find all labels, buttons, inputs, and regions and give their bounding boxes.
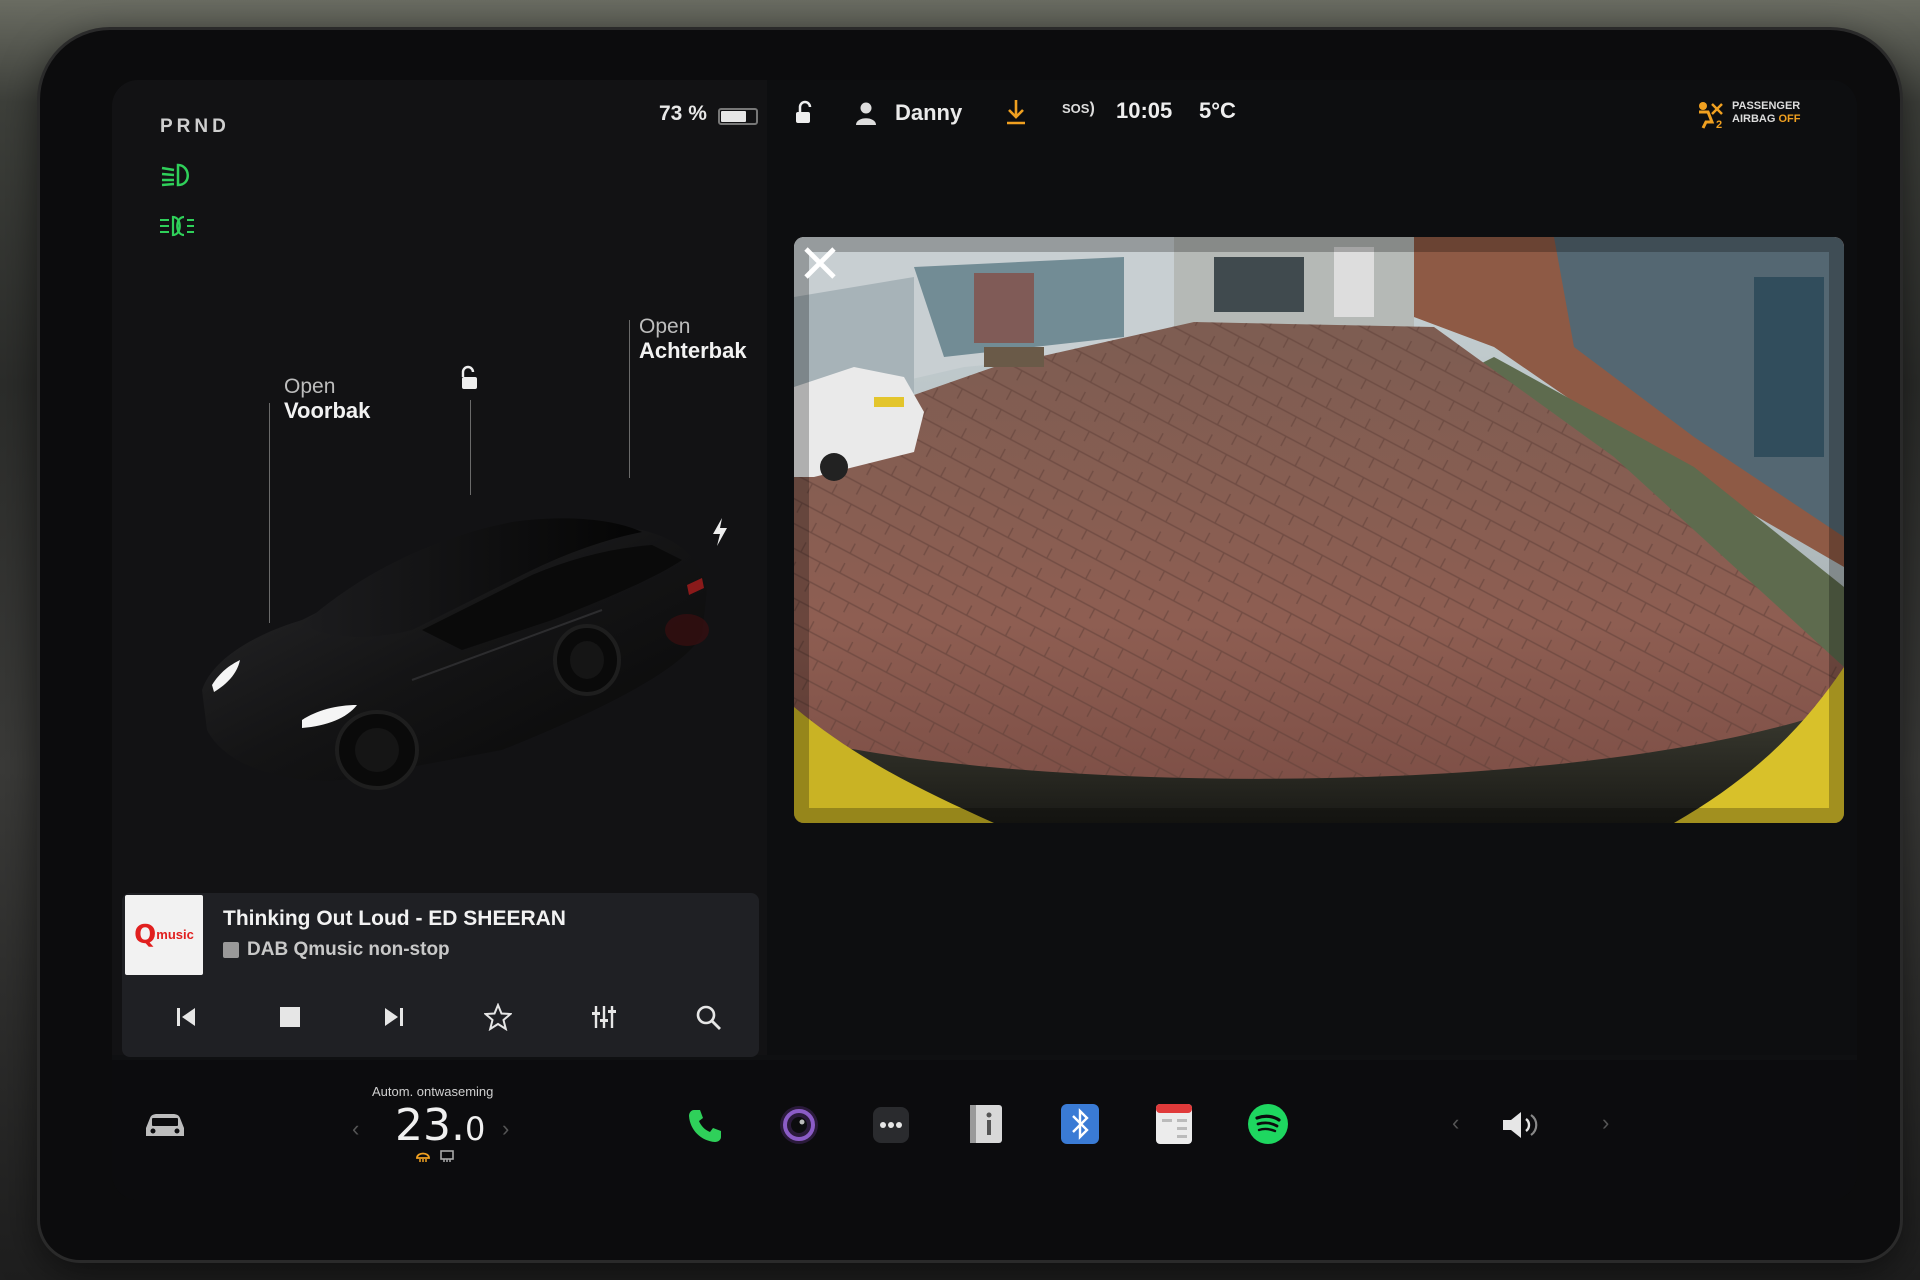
media-player-card[interactable]: Q music Thinking Out Loud - ED SHEERAN D…	[122, 893, 759, 1057]
battery-fill	[721, 111, 746, 122]
sos-icon[interactable]: SOS)	[1062, 100, 1095, 118]
temp-increase-chevron-icon[interactable]: ›	[502, 1116, 509, 1142]
star-icon	[484, 1003, 512, 1031]
favorite-button[interactable]	[474, 993, 522, 1041]
charge-port-icon[interactable]	[710, 517, 730, 547]
rear-camera-image	[794, 237, 1844, 823]
frunk-open-button[interactable]: Open Voorbak	[284, 375, 370, 423]
touchscreen: PRND 73 % Danny SOS) 10:05 5°C 2 PASSENG…	[112, 80, 1857, 1200]
airbag-line1: PASSENGER	[1732, 100, 1801, 112]
volume-icon	[1503, 1112, 1538, 1138]
equalizer-icon	[592, 1006, 616, 1028]
calendar-icon	[1156, 1104, 1192, 1144]
skip-back-icon	[177, 1008, 195, 1026]
search-icon	[696, 1005, 721, 1030]
outside-temperature: 5°C	[1199, 98, 1236, 123]
rear-defrost-icon[interactable]	[439, 1150, 455, 1162]
calendar-app-button[interactable]	[1152, 1102, 1196, 1146]
battery-percentage: 73 %	[659, 102, 707, 125]
volume-button[interactable]	[1497, 1105, 1547, 1145]
stop-icon	[280, 1007, 300, 1027]
passenger-airbag-status: PASSENGER AIRBAG OFF	[1732, 100, 1800, 126]
temp-decimal: 0	[464, 1110, 486, 1148]
sos-label: SOS	[1062, 101, 1090, 116]
user-name[interactable]: Danny	[895, 100, 962, 126]
track-source: DAB Qmusic non-stop	[223, 939, 450, 961]
temp-decrease-chevron-icon[interactable]: ‹	[352, 1116, 359, 1142]
station-logo: Q music	[125, 895, 203, 975]
media-controls	[122, 993, 759, 1043]
radio-source-icon	[223, 942, 239, 958]
equalizer-button[interactable]	[580, 993, 628, 1041]
defrost-indicators	[415, 1150, 455, 1162]
cabin-temperature[interactable]: 23.0	[395, 1100, 485, 1151]
gear-selector: PRND	[160, 116, 230, 137]
skip-forward-icon	[385, 1008, 403, 1026]
trunk-open-button[interactable]: Open Achterbak	[639, 315, 747, 363]
clock: 10:05	[1116, 98, 1173, 123]
bluetooth-icon	[1061, 1104, 1099, 1144]
logo-text: music	[156, 926, 194, 942]
trunk-label: Achterbak	[639, 338, 747, 363]
frunk-action: Open	[284, 375, 336, 398]
source-label: DAB Qmusic non-stop	[247, 939, 450, 960]
volume-up-chevron-icon[interactable]: ›	[1602, 1110, 1609, 1136]
manual-icon	[970, 1105, 1002, 1143]
airbag-line2: AIRBAG	[1732, 113, 1776, 125]
more-apps-button[interactable]	[870, 1104, 912, 1146]
owners-manual-button[interactable]	[964, 1102, 1008, 1146]
close-icon	[804, 247, 836, 279]
camera-app-icon	[780, 1106, 818, 1144]
frunk-callout-line	[269, 403, 270, 623]
airbag-state: OFF	[1778, 113, 1801, 125]
spotify-icon	[1248, 1104, 1288, 1144]
spotify-app-button[interactable]	[1246, 1102, 1290, 1146]
svg-text:2: 2	[1716, 119, 1722, 130]
logo-q-icon: Q	[134, 920, 157, 950]
frunk-label: Voorbak	[284, 398, 371, 423]
camera-app-button[interactable]	[776, 1102, 822, 1148]
door-unlock-icon[interactable]	[456, 365, 482, 393]
rear-camera-feed[interactable]	[794, 237, 1844, 823]
car-controls-button[interactable]	[140, 1105, 190, 1145]
lock-callout-line	[470, 400, 471, 495]
airbag-off-icon: 2	[1699, 102, 1723, 130]
climate-mode-label: Autom. ontwaseming	[372, 1084, 494, 1099]
phone-app-button[interactable]	[682, 1103, 728, 1149]
trunk-callout-line	[629, 320, 630, 478]
unlocked-icon[interactable]	[792, 100, 818, 126]
volume-down-chevron-icon[interactable]: ‹	[1452, 1110, 1459, 1136]
track-title: Thinking Out Loud - ED SHEERAN	[223, 907, 566, 930]
temp-whole: 23.	[395, 1100, 465, 1151]
fog-light-icon	[160, 215, 194, 237]
download-icon[interactable]	[1004, 98, 1028, 126]
car-icon	[146, 1114, 184, 1136]
car-3d-view[interactable]	[182, 460, 742, 790]
previous-track-button[interactable]	[162, 993, 210, 1041]
close-camera-button[interactable]	[800, 243, 840, 283]
phone-icon	[689, 1110, 721, 1142]
battery-icon	[718, 108, 758, 125]
low-beam-icon	[161, 163, 189, 187]
trunk-action: Open	[639, 315, 691, 338]
media-search-button[interactable]	[684, 993, 732, 1041]
stop-button[interactable]	[266, 993, 314, 1041]
bluetooth-app-button[interactable]	[1058, 1102, 1102, 1146]
more-icon	[873, 1107, 909, 1143]
next-track-button[interactable]	[370, 993, 418, 1041]
user-icon[interactable]	[855, 100, 877, 126]
front-defrost-icon[interactable]	[415, 1150, 431, 1162]
